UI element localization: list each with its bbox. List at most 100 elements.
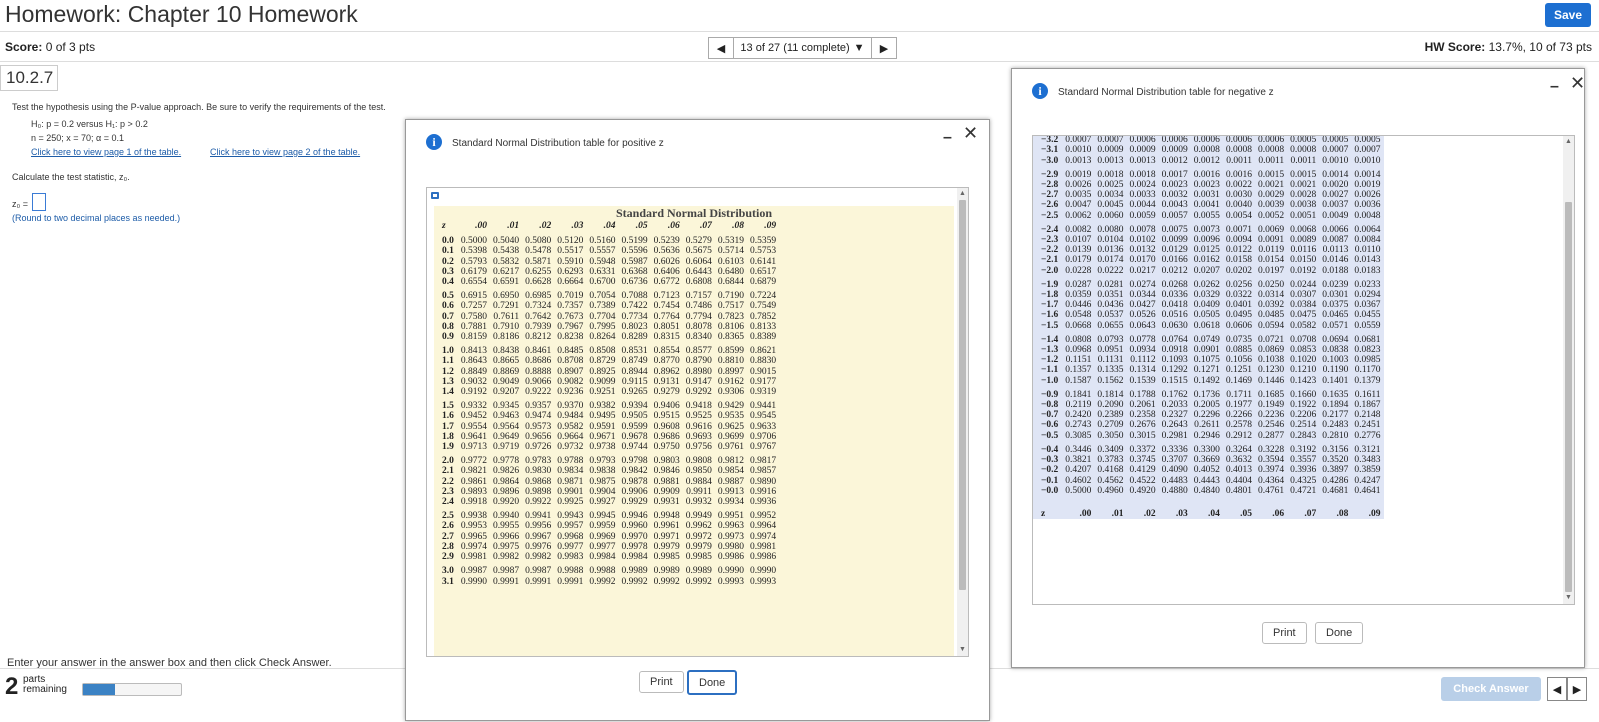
probability-cell: 0.5478: [525, 246, 552, 257]
prev-question-button[interactable]: ◀: [708, 37, 734, 59]
scroll-up-icon[interactable]: ▲: [959, 190, 966, 197]
probability-cell: 0.9192: [460, 387, 487, 398]
table-row: 2.6 0.9953 0.9955 0.9956 0.9957 0.9959 0.9960 0…: [434, 521, 779, 531]
table-scrollbar[interactable]: ▲ ▼: [957, 188, 968, 656]
z-value: −1.5: [1041, 320, 1059, 331]
check-answer-button[interactable]: Check Answer: [1441, 677, 1541, 701]
probability-cell: 0.0078: [1129, 224, 1156, 235]
save-button[interactable]: Save: [1545, 3, 1591, 27]
probability-cell: 0.7054: [589, 291, 616, 302]
probability-cell: 0.9979: [685, 541, 712, 552]
probability-cell: 0.8133: [750, 321, 777, 332]
probability-cell: 0.4325: [1290, 475, 1317, 486]
probability-cell: 0.0009: [1129, 145, 1156, 156]
probability-cell: 0.1611: [1354, 389, 1381, 400]
probability-cell: 0.4522: [1129, 475, 1156, 486]
probability-cell: 0.8264: [589, 332, 616, 343]
probability-cell: 0.0146: [1322, 255, 1349, 266]
probability-cell: 0.9959: [589, 521, 616, 532]
answer-input[interactable]: [32, 193, 46, 211]
probability-cell: 0.9732: [557, 442, 584, 453]
probability-cell: 0.4641: [1354, 485, 1381, 496]
probability-cell: 0.9251: [589, 387, 616, 398]
scroll-thumb[interactable]: [1565, 202, 1572, 592]
table-row: −0.5 0.3085 0.3050 0.3015 0.2981 0.2946 0.2912…: [1033, 431, 1384, 441]
table-page-1-link[interactable]: Click here to view page 1 of the table.: [31, 147, 181, 157]
given-values: n = 250; x = 70; α = 0.1: [31, 133, 125, 143]
probability-cell: 0.8708: [557, 356, 584, 367]
probability-cell: 0.6026: [653, 256, 680, 267]
probability-cell: 0.7257: [460, 301, 487, 312]
probability-cell: 0.6331: [589, 266, 616, 277]
probability-cell: 0.7019: [557, 291, 584, 302]
z-value: −2.1: [1041, 255, 1059, 266]
table-row: 1.9 0.9713 0.9719 0.9726 0.9732 0.9738 0.9744 0…: [434, 442, 779, 452]
probability-cell: 0.0048: [1354, 210, 1381, 221]
z-value: 2.4: [442, 497, 454, 508]
probability-cell: 0.2327: [1161, 410, 1188, 421]
z-value: 0.5: [442, 291, 454, 302]
probability-cell: 0.0475: [1290, 310, 1317, 321]
probability-cell: 0.0080: [1097, 224, 1124, 235]
minimize-icon[interactable]: –: [943, 129, 952, 147]
probability-cell: 0.4247: [1354, 475, 1381, 486]
question-select[interactable]: 13 of 27 (11 complete) ▼: [734, 37, 871, 59]
probability-cell: 0.9463: [493, 411, 520, 422]
probability-cell: 0.9980: [717, 541, 744, 552]
probability-cell: 0.9778: [493, 456, 520, 467]
probability-cell: 0.8186: [493, 332, 520, 343]
probability-cell: 0.9406: [653, 401, 680, 412]
parts-remaining-count: 2: [5, 673, 19, 700]
probability-cell: 0.3050: [1097, 430, 1124, 441]
dialog-title: Standard Normal Distribution table for p…: [452, 138, 664, 149]
probability-cell: 0.9951: [717, 511, 744, 522]
probability-cell: 0.9706: [750, 431, 777, 442]
probability-cell: 0.0052: [1258, 210, 1285, 221]
probability-cell: 0.8238: [557, 332, 584, 343]
probability-cell: 0.9992: [653, 576, 680, 587]
done-button[interactable]: Done: [687, 670, 738, 695]
prev-part-button[interactable]: ◀: [1547, 677, 1567, 701]
probability-cell: 0.7357: [557, 301, 584, 312]
next-question-button[interactable]: ▶: [871, 37, 897, 59]
done-button[interactable]: Done: [1315, 622, 1364, 644]
table-row: −2.1 0.0179 0.0174 0.0170 0.0166 0.0162 0.0158…: [1033, 255, 1384, 265]
column-header: .05: [1240, 508, 1253, 519]
scroll-down-icon[interactable]: ▼: [959, 646, 966, 653]
probability-cell: 0.0174: [1097, 255, 1124, 266]
next-part-button[interactable]: ▶: [1567, 677, 1587, 701]
scroll-thumb[interactable]: [959, 200, 966, 590]
probability-cell: 0.9981: [750, 541, 777, 552]
table-row: 2.8 0.9974 0.9975 0.9976 0.9977 0.9977 0.9978 0…: [434, 542, 779, 552]
table-row: −0.8 0.2119 0.2090 0.2061 0.2033 0.2005 0.1977…: [1033, 400, 1384, 410]
probability-cell: 0.9952: [750, 511, 777, 522]
probability-cell: 0.6293: [557, 266, 584, 277]
scroll-up-icon[interactable]: ▲: [1565, 138, 1572, 145]
probability-cell: 0.9671: [589, 431, 616, 442]
probability-cell: 0.7324: [525, 301, 552, 312]
scroll-down-icon[interactable]: ▼: [1565, 594, 1572, 601]
minimize-icon[interactable]: –: [1550, 78, 1559, 96]
table-page-2-link[interactable]: Click here to view page 2 of the table.: [210, 147, 360, 157]
probability-cell: 0.7422: [621, 301, 648, 312]
table-row: 0.0 0.5000 0.5040 0.5080 0.5120 0.5160 0.5199 0…: [434, 236, 779, 246]
positive-table-frame: Standard Normal Distribution z .00.01.02.…: [426, 187, 969, 657]
z-value: −1.3: [1041, 345, 1059, 356]
close-icon[interactable]: ✕: [1570, 73, 1585, 94]
probability-cell: 0.9429: [717, 401, 744, 412]
probability-cell: 0.5080: [525, 236, 552, 247]
table-row: 1.5 0.9332 0.9345 0.9357 0.9370 0.9382 0.9394 0…: [434, 397, 779, 411]
probability-cell: 0.0096: [1193, 235, 1220, 246]
table-scrollbar[interactable]: ▲ ▼: [1563, 136, 1574, 604]
table-row: −3.0 0.0013 0.0013 0.0013 0.0012 0.0012 0.0011…: [1033, 156, 1384, 166]
probability-cell: 0.0013: [1129, 155, 1156, 166]
question-score: Score: 0 of 3 pts: [5, 40, 95, 54]
print-button[interactable]: Print: [1262, 622, 1307, 644]
probability-cell: 0.0793: [1097, 334, 1124, 345]
probability-cell: 0.4483: [1161, 475, 1188, 486]
probability-cell: 0.9207: [493, 387, 520, 398]
probability-cell: 0.3409: [1097, 444, 1124, 455]
close-icon[interactable]: ✕: [963, 123, 978, 144]
print-button[interactable]: Print: [639, 671, 684, 693]
probability-cell: 0.9988: [557, 566, 584, 577]
